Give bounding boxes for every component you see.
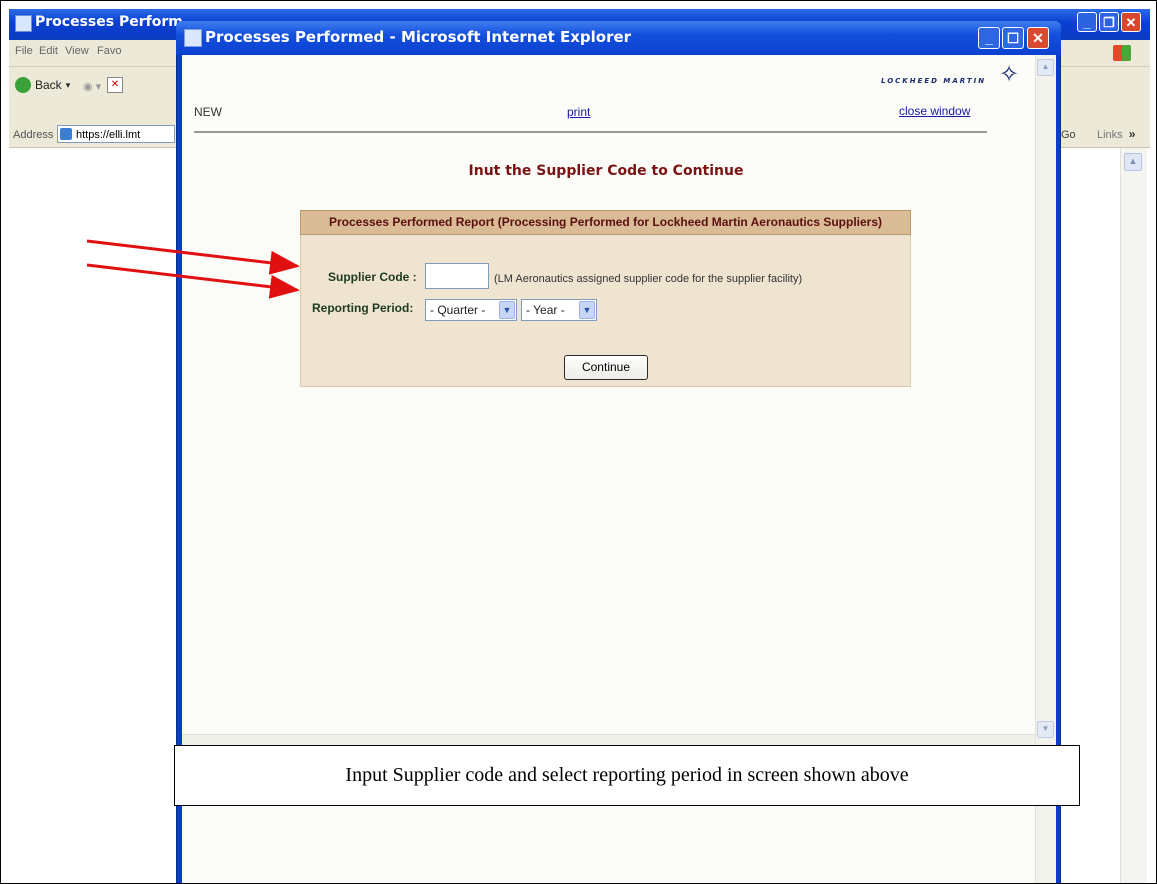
arrow-to-supplier-code <box>86 239 300 275</box>
document-frame: Processes Perform _ ❐ ✕ File Edit View F… <box>0 0 1157 884</box>
figure-caption: Input Supplier code and select reporting… <box>174 745 1080 806</box>
arrow-to-reporting-period <box>86 263 300 299</box>
